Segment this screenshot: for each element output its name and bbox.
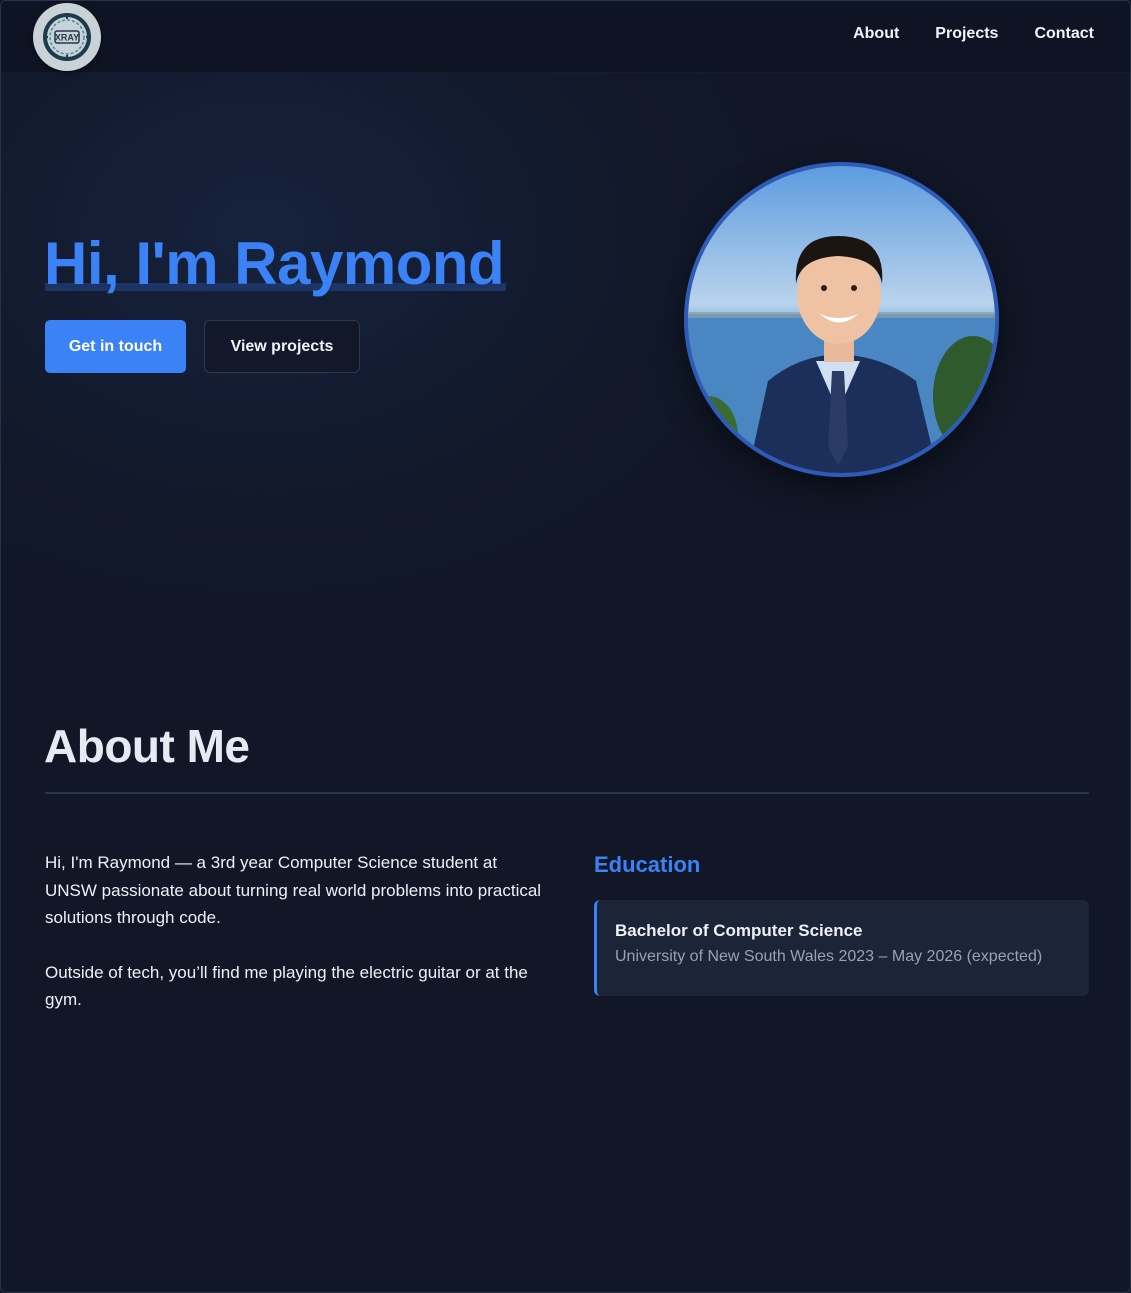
nav-contact[interactable]: Contact bbox=[1034, 25, 1094, 43]
view-projects-button[interactable]: View projects bbox=[204, 320, 360, 373]
section-divider bbox=[45, 792, 1089, 794]
education-heading: Education bbox=[594, 852, 701, 877]
site-header: XRAY About Projects Contact bbox=[1, 1, 1130, 73]
xray-logo-icon: XRAY bbox=[43, 13, 91, 61]
education-card: Bachelor of Computer Science University … bbox=[594, 900, 1089, 996]
education-degree: Bachelor of Computer Science bbox=[615, 921, 863, 940]
about-paragraph: Outside of tech, you’ll find me playing … bbox=[45, 962, 528, 1010]
main-nav: About Projects Contact bbox=[853, 25, 1094, 43]
get-in-touch-button[interactable]: Get in touch bbox=[45, 320, 186, 373]
education-detail: University of New South Wales 2023 – May… bbox=[615, 948, 1043, 965]
nav-about[interactable]: About bbox=[853, 25, 899, 43]
hero-title: Hi, I'm Raymond bbox=[44, 230, 505, 297]
about-title: About Me bbox=[44, 720, 250, 772]
about-paragraph: Hi, I'm Raymond — a 3rd year Computer Sc… bbox=[45, 853, 542, 927]
about-text: Hi, I'm Raymond — a 3rd year Computer Sc… bbox=[45, 849, 545, 1014]
profile-photo bbox=[684, 162, 999, 477]
nav-projects[interactable]: Projects bbox=[935, 25, 998, 43]
site-logo[interactable]: XRAY bbox=[33, 3, 101, 71]
page: XRAY About Projects Contact Hi, I'm Raym… bbox=[0, 0, 1131, 1293]
logo-text: XRAY bbox=[55, 33, 79, 43]
profile-photo-icon bbox=[688, 166, 995, 473]
